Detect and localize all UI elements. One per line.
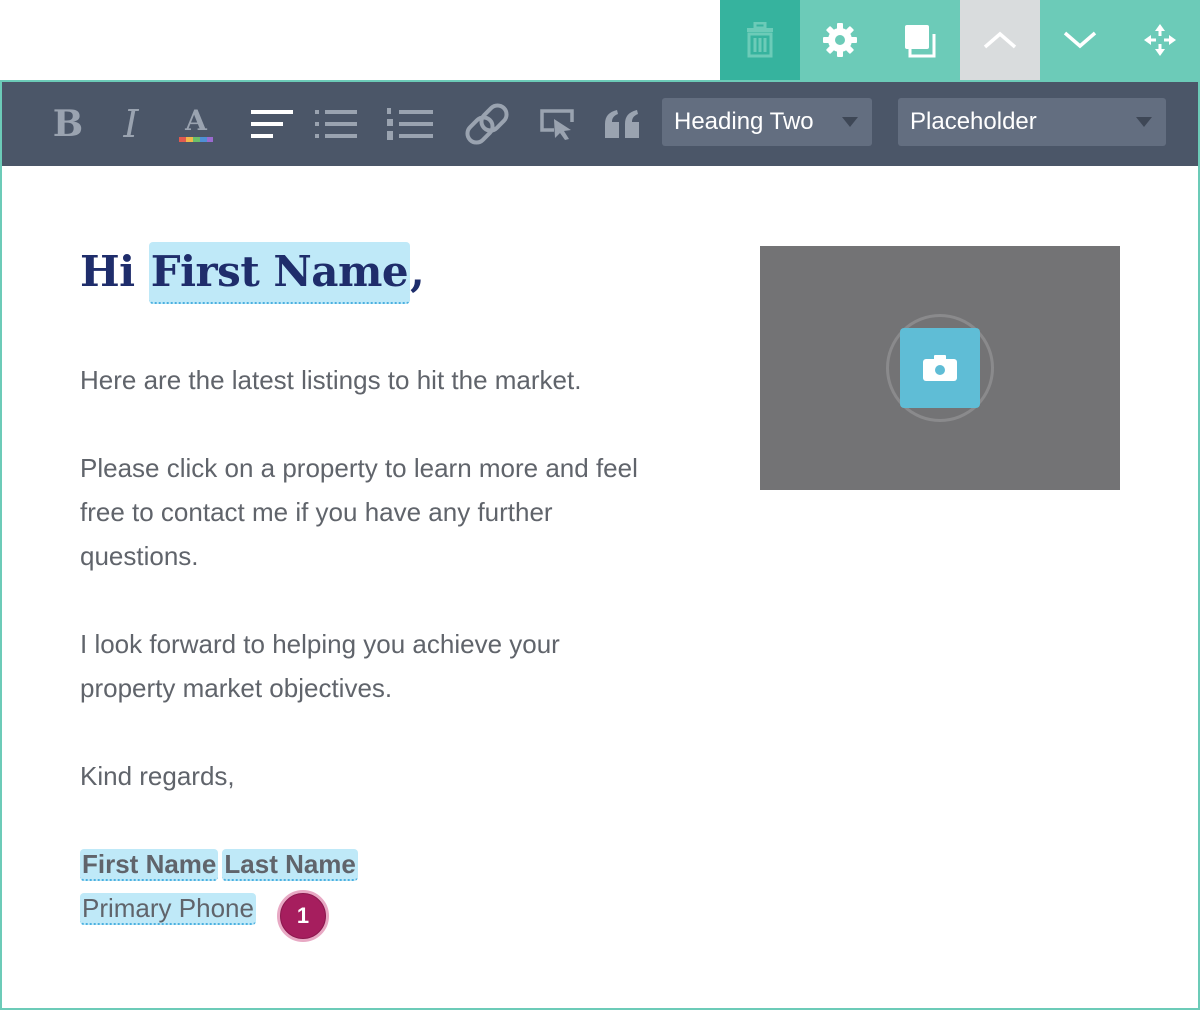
move-up-button[interactable]: [960, 0, 1040, 80]
duplicate-button[interactable]: [880, 0, 960, 80]
italic-icon: I: [123, 102, 139, 146]
move-arrows-icon: [1144, 24, 1176, 56]
chevron-down-icon: [842, 117, 858, 127]
greeting-suffix: ,: [410, 247, 425, 296]
merge-tag-last-name[interactable]: Last Name: [222, 849, 358, 881]
paragraph-look-forward[interactable]: I look forward to helping you achieve yo…: [80, 622, 620, 710]
delete-block-button[interactable]: [720, 0, 800, 80]
quote-icon: [605, 110, 639, 138]
numbered-list-button[interactable]: [386, 102, 434, 146]
camera-icon: [923, 355, 957, 381]
merge-tag-first-name[interactable]: First Name: [80, 849, 219, 881]
align-button[interactable]: [250, 102, 294, 146]
greeting-heading[interactable]: Hi First Name,: [80, 238, 425, 306]
placeholder-select-value: Placeholder: [910, 108, 1037, 135]
paragraph-kind-regards[interactable]: Kind regards,: [80, 754, 680, 798]
cursor-button-icon: [540, 109, 574, 140]
bold-button[interactable]: B: [50, 102, 86, 146]
paragraph-click-property[interactable]: Please click on a property to learn more…: [80, 446, 660, 578]
link-button[interactable]: [462, 102, 512, 146]
align-left-icon: [251, 110, 293, 138]
editable-content[interactable]: Hi First Name, Here are the latest listi…: [2, 166, 1198, 1008]
text-block: B I A Heading Two Placeholder Hi First N…: [0, 80, 1200, 1010]
numbered-list-icon: [387, 108, 433, 140]
quote-button[interactable]: [602, 102, 642, 146]
gear-icon: [823, 23, 857, 57]
greeting-prefix: Hi: [80, 247, 149, 296]
chevron-down-icon: [1063, 31, 1097, 49]
duplicate-icon: [905, 25, 936, 58]
step-badge: 1: [277, 890, 329, 942]
bullet-list-icon: [315, 110, 357, 138]
heading-style-select[interactable]: Heading Two: [662, 98, 872, 146]
chevron-down-icon: [1136, 117, 1152, 127]
heading-style-value: Heading Two: [674, 108, 814, 135]
cta-button-tool[interactable]: [538, 102, 578, 146]
upload-image-button[interactable]: [900, 328, 980, 408]
paragraph-intro[interactable]: Here are the latest listings to hit the …: [80, 358, 680, 402]
color-swatch-bar: [179, 136, 213, 142]
bold-icon: B: [52, 103, 84, 145]
signature-name-line: First Name Last Name: [80, 846, 362, 882]
drag-handle[interactable]: [1120, 0, 1200, 80]
move-down-button[interactable]: [1040, 0, 1120, 80]
merge-tag-primary-phone[interactable]: Primary Phone: [80, 893, 256, 925]
block-action-bar: [720, 0, 1200, 80]
merge-tag-first-name[interactable]: First Name: [148, 242, 411, 304]
signature-phone-line: Primary Phone: [80, 890, 260, 926]
trash-icon: [747, 22, 773, 58]
settings-button[interactable]: [800, 0, 880, 80]
placeholder-select[interactable]: Placeholder: [898, 98, 1166, 146]
bullet-list-button[interactable]: [314, 102, 358, 146]
link-icon: [465, 103, 509, 145]
formatting-toolbar: B I A Heading Two Placeholder: [2, 82, 1198, 166]
image-placeholder[interactable]: [760, 246, 1120, 490]
text-color-button[interactable]: A: [178, 102, 214, 146]
italic-button[interactable]: I: [116, 102, 146, 146]
text-color-icon: A: [185, 103, 207, 137]
chevron-up-icon: [983, 31, 1017, 49]
